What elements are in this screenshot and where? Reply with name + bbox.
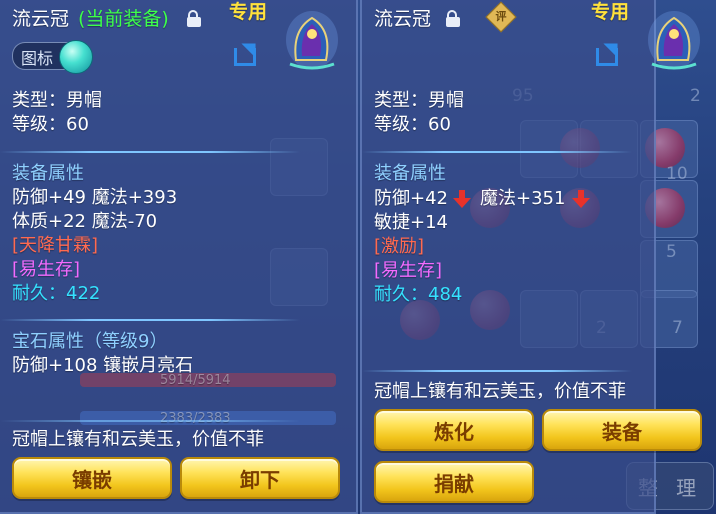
attr-line: 防御+49 魔法+393 — [12, 187, 178, 208]
attr-line: 敏捷+14 — [374, 212, 448, 233]
hat-item-icon — [648, 11, 700, 70]
slot-count: 7 — [672, 318, 683, 338]
equipped-item-tooltip: 流云冠 (当前装备) 专用 图标 类型：男帽 等级：60 装备属性 防御+49 … — [0, 0, 358, 514]
hp-readout: 5914/5914 — [160, 373, 231, 388]
candidate-item-tooltip: 流云冠 评 专用 类型：男帽 等级：60 装备属性 防御+42 魔法+351 敏… — [360, 0, 702, 514]
gem-header: 宝石属性（等级9） — [12, 331, 168, 352]
item-level: 等级：60 — [12, 114, 89, 135]
divider — [362, 151, 632, 153]
inlay-button[interactable]: 镶嵌 — [12, 457, 172, 499]
special-effect: [易生存] — [374, 260, 443, 281]
slot-count: 5 — [666, 242, 677, 262]
attr-defense: 防御+42 — [374, 188, 448, 209]
item-level: 等级：60 — [374, 114, 451, 135]
donate-button[interactable]: 捐献 — [374, 461, 534, 503]
item-description: 冠帽上镶有和云美玉，价值不菲 — [12, 429, 264, 450]
item-name: 流云冠 — [12, 8, 70, 30]
item-type: 类型：男帽 — [374, 90, 464, 111]
hat-item-icon — [286, 11, 338, 70]
durability: 耐久：422 — [12, 283, 101, 304]
toggle-knob — [59, 40, 93, 74]
lock-icon[interactable] — [446, 10, 460, 27]
attr-magic: 魔法+351 — [480, 188, 566, 209]
slot-count: 2 — [690, 86, 701, 106]
special-skill: [激励] — [374, 236, 425, 257]
attr-line: 体质+22 魔法-70 — [12, 211, 158, 232]
divider — [0, 151, 300, 153]
lock-icon[interactable] — [187, 10, 201, 27]
divider — [0, 319, 300, 321]
rate-badge-label: 评 — [495, 10, 507, 23]
equip-button[interactable]: 装备 — [542, 409, 702, 451]
decrease-arrow-icon — [572, 190, 590, 208]
equipped-tag: (当前装备) — [78, 8, 169, 30]
slot-count: 10 — [666, 164, 688, 184]
exclusive-label: 专用 — [591, 1, 630, 23]
refine-button[interactable]: 炼化 — [374, 409, 534, 451]
unequip-button[interactable]: 卸下 — [180, 457, 340, 499]
share-icon[interactable] — [596, 36, 626, 68]
attr-header: 装备属性 — [12, 163, 84, 184]
divider — [0, 420, 300, 422]
item-type: 类型：男帽 — [12, 90, 102, 111]
item-description: 冠帽上镶有和云美玉，价值不菲 — [374, 381, 626, 402]
icon-toggle[interactable]: 图标 — [12, 40, 93, 74]
exclusive-label: 专用 — [229, 1, 268, 23]
special-effect: [易生存] — [12, 259, 81, 280]
durability: 耐久：484 — [374, 284, 463, 305]
icon-toggle-label: 图标 — [21, 49, 54, 68]
rate-badge-icon[interactable]: 评 — [485, 1, 517, 33]
share-icon[interactable] — [234, 36, 264, 68]
divider — [362, 370, 632, 372]
decrease-arrow-icon — [453, 190, 471, 208]
special-skill: [天降甘霖] — [12, 235, 99, 256]
mp-readout: 2383/2383 — [160, 411, 231, 426]
item-name: 流云冠 — [374, 8, 432, 30]
attr-header: 装备属性 — [374, 163, 446, 184]
